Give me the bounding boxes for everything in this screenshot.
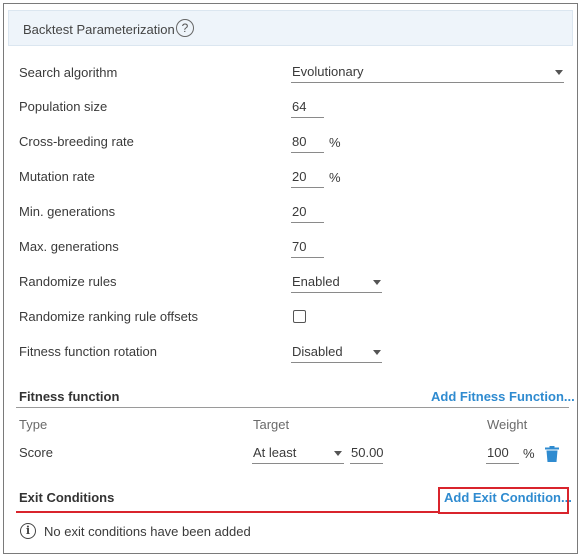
search-algorithm-label: Search algorithm xyxy=(19,65,118,80)
help-icon[interactable]: ? xyxy=(176,19,194,37)
cross-breeding-rate-label: Cross-breeding rate xyxy=(19,134,134,149)
info-icon: i xyxy=(20,523,36,539)
trash-icon[interactable] xyxy=(545,446,559,462)
mutation-rate-input[interactable]: 20 xyxy=(291,166,324,188)
mutation-rate-label: Mutation rate xyxy=(19,169,95,184)
min-generations-value: 20 xyxy=(292,204,307,219)
fitness-target-value: 50.00 xyxy=(351,445,384,460)
fitness-rotation-label: Fitness function rotation xyxy=(19,344,158,359)
fitness-divider xyxy=(16,407,569,408)
fitness-rotation-select[interactable]: Disabled xyxy=(291,341,382,363)
fitness-target-value-input[interactable]: 50.00 xyxy=(350,442,384,464)
panel-title: Backtest Parameterization xyxy=(23,22,175,37)
randomize-rules-value: Enabled xyxy=(292,274,340,289)
mutation-rate-value: 20 xyxy=(292,169,307,184)
search-algorithm-value: Evolutionary xyxy=(292,64,364,79)
population-size-label: Population size xyxy=(19,99,108,114)
fitness-function-title: Fitness function xyxy=(19,389,120,404)
cross-breeding-rate-value: 80 xyxy=(292,134,307,149)
cross-breeding-rate-input[interactable]: 80 xyxy=(291,131,324,153)
cross-breeding-rate-unit: % xyxy=(329,135,341,150)
max-generations-value: 70 xyxy=(292,239,307,254)
randomize-offsets-label: Randomize ranking rule offsets xyxy=(19,309,198,324)
exit-conditions-empty-message: No exit conditions have been added xyxy=(44,524,251,539)
fitness-target-mode-select[interactable]: At least xyxy=(252,442,344,464)
highlight-box xyxy=(438,487,569,514)
exit-conditions-title: Exit Conditions xyxy=(19,490,115,505)
chevron-down-icon xyxy=(555,70,563,75)
population-size-value: 64 xyxy=(292,99,307,114)
randomize-rules-select[interactable]: Enabled xyxy=(291,271,382,293)
mutation-rate-unit: % xyxy=(329,170,341,185)
fitness-column-target: Target xyxy=(253,417,290,432)
add-fitness-function-link[interactable]: Add Fitness Function... xyxy=(431,389,575,404)
chevron-down-icon xyxy=(334,451,342,456)
randomize-rules-label: Randomize rules xyxy=(19,274,117,289)
max-generations-label: Max. generations xyxy=(19,239,119,254)
fitness-rotation-value: Disabled xyxy=(292,344,343,359)
min-generations-input[interactable]: 20 xyxy=(291,201,324,223)
fitness-column-weight: Weight xyxy=(487,417,528,432)
chevron-down-icon xyxy=(373,280,381,285)
backtest-parameterization-panel: Backtest Parameterization ? Search algor… xyxy=(3,3,578,554)
chevron-down-icon xyxy=(373,350,381,355)
search-algorithm-select[interactable]: Evolutionary xyxy=(291,61,564,83)
fitness-column-type: Type xyxy=(19,417,48,432)
max-generations-input[interactable]: 70 xyxy=(291,236,324,258)
fitness-target-mode-value: At least xyxy=(253,445,297,460)
fitness-weight-value: 100 xyxy=(487,445,509,460)
fitness-row-type: Score xyxy=(19,445,53,460)
fitness-weight-input[interactable]: 100 xyxy=(486,442,519,464)
panel-header: Backtest Parameterization ? xyxy=(8,10,573,46)
min-generations-label: Min. generations xyxy=(19,204,116,219)
fitness-weight-unit: % xyxy=(523,446,535,461)
highlight-underline xyxy=(16,511,440,513)
randomize-offsets-checkbox[interactable] xyxy=(293,310,306,323)
population-size-input[interactable]: 64 xyxy=(291,96,324,118)
